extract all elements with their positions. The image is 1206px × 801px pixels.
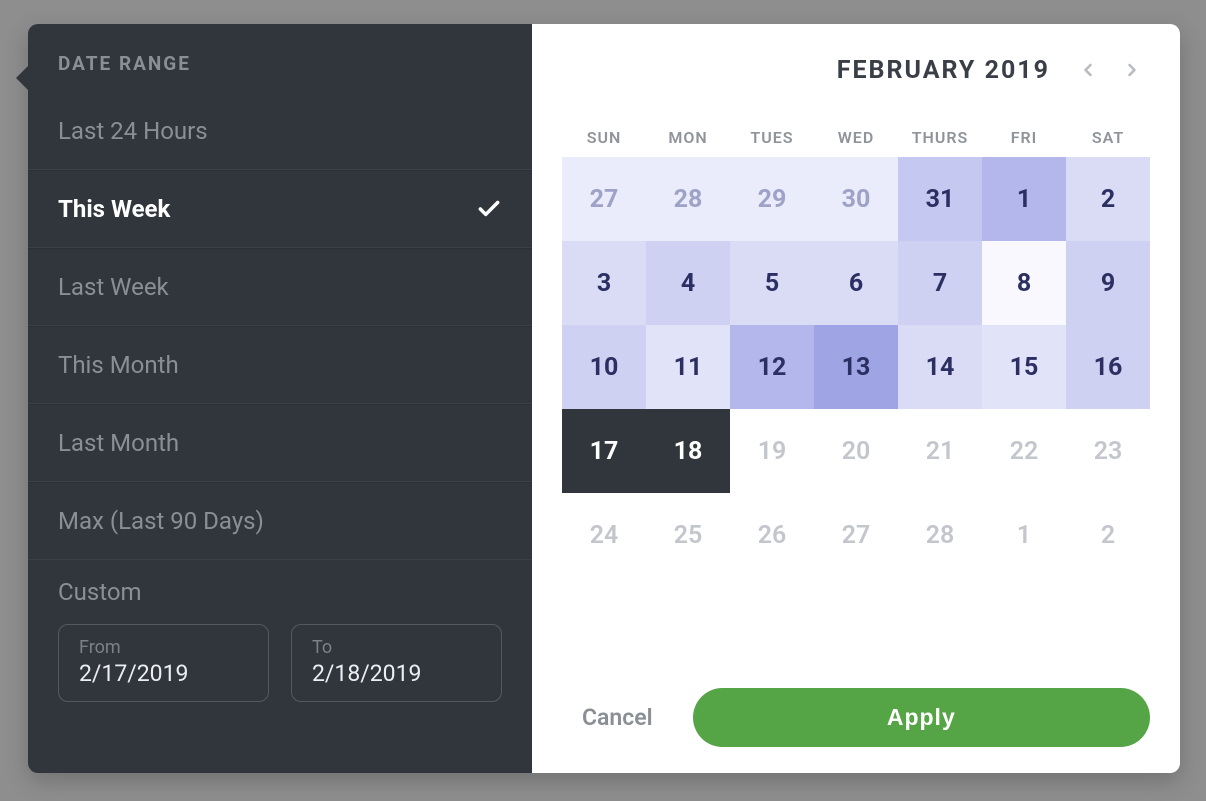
calendar-panel: FEBRUARY 2019 SUN MON TUES WED THURS FRI… — [532, 24, 1180, 773]
to-date-input[interactable] — [312, 660, 481, 687]
chevron-left-icon — [1078, 60, 1098, 80]
calendar-day[interactable]: 21 — [898, 409, 982, 493]
preset-label: Last Month — [58, 429, 179, 457]
preset-last-24-hours[interactable]: Last 24 Hours — [28, 93, 532, 170]
calendar-day[interactable]: 3 — [562, 241, 646, 325]
calendar-day[interactable]: 27 — [814, 493, 898, 577]
custom-label: Custom — [58, 578, 502, 606]
calendar-day[interactable]: 4 — [646, 241, 730, 325]
calendar-actions: Cancel Apply — [562, 668, 1150, 747]
calendar-day[interactable]: 16 — [1066, 325, 1150, 409]
day-of-week-row: SUN MON TUES WED THURS FRI SAT — [562, 128, 1150, 147]
dow-thu: THURS — [898, 128, 982, 147]
calendar-day[interactable]: 30 — [814, 157, 898, 241]
calendar-day[interactable]: 11 — [646, 325, 730, 409]
preset-label: Last Week — [58, 273, 169, 301]
preset-label: Last 24 Hours — [58, 117, 208, 145]
calendar-day[interactable]: 1 — [982, 157, 1066, 241]
calendar-day[interactable]: 5 — [730, 241, 814, 325]
calendar-day[interactable]: 2 — [1066, 493, 1150, 577]
prev-month-button[interactable] — [1070, 52, 1106, 88]
preset-label: This Month — [58, 351, 179, 379]
presets-sidebar: DATE RANGE Last 24 Hours This Week Last … — [28, 24, 532, 773]
calendar-day[interactable]: 18 — [646, 409, 730, 493]
calendar-day[interactable]: 20 — [814, 409, 898, 493]
check-icon — [476, 196, 502, 222]
calendar-day[interactable]: 12 — [730, 325, 814, 409]
calendar-day[interactable]: 10 — [562, 325, 646, 409]
calendar-day[interactable]: 26 — [730, 493, 814, 577]
calendar-day[interactable]: 29 — [730, 157, 814, 241]
preset-label: Max (Last 90 Days) — [58, 507, 264, 535]
dow-mon: MON — [646, 128, 730, 147]
calendar-day[interactable]: 22 — [982, 409, 1066, 493]
calendar-day[interactable]: 25 — [646, 493, 730, 577]
preset-label: This Week — [58, 195, 170, 223]
next-month-button[interactable] — [1114, 52, 1150, 88]
calendar-day[interactable]: 13 — [814, 325, 898, 409]
calendar-day[interactable]: 28 — [898, 493, 982, 577]
to-label: To — [312, 637, 481, 658]
calendar-day[interactable]: 15 — [982, 325, 1066, 409]
calendar-day[interactable]: 9 — [1066, 241, 1150, 325]
from-date-box[interactable]: From — [58, 624, 269, 702]
calendar-day[interactable]: 14 — [898, 325, 982, 409]
preset-this-month[interactable]: This Month — [28, 326, 532, 404]
preset-this-week[interactable]: This Week — [28, 170, 532, 248]
calendar-day[interactable]: 24 — [562, 493, 646, 577]
calendar-day[interactable]: 31 — [898, 157, 982, 241]
calendar-day[interactable]: 28 — [646, 157, 730, 241]
calendar-day[interactable]: 6 — [814, 241, 898, 325]
sidebar-title: DATE RANGE — [28, 24, 532, 93]
range-inputs: From To — [58, 624, 502, 702]
calendar-day[interactable]: 27 — [562, 157, 646, 241]
cancel-button[interactable]: Cancel — [562, 690, 673, 745]
preset-last-week[interactable]: Last Week — [28, 248, 532, 326]
calendar-day[interactable]: 23 — [1066, 409, 1150, 493]
preset-max-90-days[interactable]: Max (Last 90 Days) — [28, 482, 532, 560]
dow-fri: FRI — [982, 128, 1066, 147]
calendar-day[interactable]: 2 — [1066, 157, 1150, 241]
from-date-input[interactable] — [79, 660, 248, 687]
dow-tue: TUES — [730, 128, 814, 147]
month-label: FEBRUARY 2019 — [837, 56, 1050, 85]
preset-last-month[interactable]: Last Month — [28, 404, 532, 482]
calendar-day[interactable]: 1 — [982, 493, 1066, 577]
calendar-header: FEBRUARY 2019 — [562, 24, 1150, 108]
dow-sat: SAT — [1066, 128, 1150, 147]
from-label: From — [79, 637, 248, 658]
dow-sun: SUN — [562, 128, 646, 147]
apply-button[interactable]: Apply — [693, 688, 1150, 747]
dow-wed: WED — [814, 128, 898, 147]
calendar-day[interactable]: 7 — [898, 241, 982, 325]
calendar-day[interactable]: 8 — [982, 241, 1066, 325]
date-range-modal: DATE RANGE Last 24 Hours This Week Last … — [28, 24, 1180, 773]
calendar-day[interactable]: 17 — [562, 409, 646, 493]
custom-range-section: Custom From To — [28, 560, 532, 702]
calendar-day[interactable]: 19 — [730, 409, 814, 493]
to-date-box[interactable]: To — [291, 624, 502, 702]
calendar-grid: 2728293031123456789101112131415161718192… — [562, 157, 1150, 577]
chevron-right-icon — [1122, 60, 1142, 80]
